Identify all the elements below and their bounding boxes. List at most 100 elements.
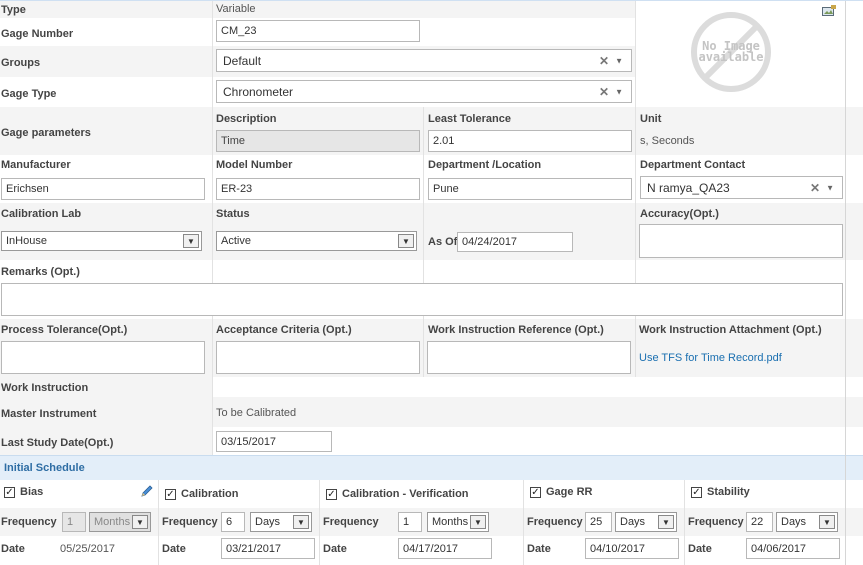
bias-date-value: 05/25/2017 (60, 543, 116, 555)
stability-frequency-label: Frequency (688, 516, 744, 528)
calibration-frequency-label: Frequency (162, 516, 218, 528)
last-study-input[interactable]: 03/15/2017 (216, 431, 332, 452)
process-tolerance-label: Process Tolerance(Opt.) (1, 324, 128, 336)
calibration-frequency-input[interactable]: 6 (221, 512, 245, 532)
description-input[interactable]: Time (216, 130, 420, 152)
unit-label: Unit (640, 113, 662, 125)
gage-rr-unit-select[interactable]: Days ▼ (615, 512, 677, 532)
gage-rr-name: Gage RR (546, 486, 593, 498)
caret-down-icon[interactable]: ▼ (398, 234, 414, 248)
bias-frequency-input[interactable]: 1 (62, 512, 86, 532)
schedule-divider-1 (158, 480, 159, 565)
clear-x-icon[interactable]: ✕ (599, 54, 609, 68)
stability-unit-select[interactable]: Days ▼ (776, 512, 838, 532)
schedule-divider-4 (684, 480, 685, 565)
calibration-checkbox[interactable]: ✓ (165, 489, 176, 500)
caret-down-icon[interactable]: ▼ (658, 515, 674, 529)
manufacturer-input[interactable]: Erichsen (1, 178, 205, 200)
calibration-verification-unit-value: Months (432, 516, 469, 528)
calibration-lab-select[interactable]: InHouse ▼ (1, 231, 202, 251)
stability-date-input[interactable]: 04/06/2017 (746, 538, 840, 559)
as-of-input[interactable]: 04/24/2017 (457, 232, 573, 252)
column-divider-1 (212, 1, 213, 455)
column-divider-2 (423, 107, 424, 377)
gage-rr-frequency-label: Frequency (527, 516, 583, 528)
remarks-input[interactable] (1, 283, 843, 316)
stability-date-label: Date (688, 543, 712, 555)
calibration-unit-select[interactable]: Days ▼ (250, 512, 312, 532)
calibration-verification-frequency-input[interactable]: 1 (398, 512, 422, 532)
status-value: Active (221, 235, 251, 247)
gage-rr-frequency-input[interactable]: 25 (585, 512, 612, 532)
least-tolerance-input[interactable]: 2.01 (428, 130, 632, 152)
calibration-verification-checkbox[interactable]: ✓ (326, 489, 337, 500)
unit-value: s, Seconds (640, 135, 695, 147)
gage-image-panel: No Image available (636, 1, 845, 107)
caret-down-icon[interactable]: ▼ (470, 515, 486, 529)
department-contact-select[interactable]: N ramya_QA23 ✕ ▼ (640, 176, 843, 199)
gage-rr-checkbox[interactable]: ✓ (530, 487, 541, 498)
model-number-label: Model Number (216, 159, 293, 171)
groups-label: Groups (1, 57, 41, 69)
model-number-input[interactable]: ER-23 (216, 178, 420, 200)
work-instruction-attachment-link[interactable]: Use TFS for Time Record.pdf (639, 352, 782, 364)
department-label: Department /Location (428, 159, 542, 171)
last-study-label: Last Study Date(Opt.) (1, 437, 114, 449)
groups-select[interactable]: Default ✕ ▼ (216, 49, 632, 72)
work-instruction-label: Work Instruction (1, 382, 89, 394)
gage-rr-date-input[interactable]: 04/10/2017 (585, 538, 679, 559)
caret-down-icon[interactable]: ▼ (819, 515, 835, 529)
work-instruction-ref-input[interactable] (427, 341, 631, 374)
bias-frequency-label: Frequency (1, 516, 57, 528)
caret-down-icon[interactable]: ▼ (615, 56, 623, 65)
bias-checkbox[interactable]: ✓ (4, 487, 15, 498)
calibration-verification-date-label: Date (323, 543, 347, 555)
pencil-icon[interactable] (140, 484, 154, 498)
gage-rr-date-label: Date (527, 543, 551, 555)
calibration-verification-date-input[interactable]: 04/17/2017 (398, 538, 492, 559)
stability-unit-value: Days (781, 516, 807, 528)
work-instruction-attach-label: Work Instruction Attachment (Opt.) (639, 324, 822, 336)
schedule-title: Initial Schedule (4, 462, 85, 474)
caret-down-icon[interactable]: ▼ (615, 87, 623, 96)
stability-name: Stability (707, 486, 750, 498)
type-label: Type (1, 4, 26, 16)
calibration-verification-name: Calibration - Verification (342, 488, 469, 500)
gage-type-select[interactable]: Chronometer ✕ ▼ (216, 80, 632, 103)
status-select[interactable]: Active ▼ (216, 231, 417, 251)
caret-down-icon[interactable]: ▼ (183, 234, 199, 248)
bias-unit-select[interactable]: Months ▼ (89, 512, 151, 532)
no-image-placeholder: No Image available (660, 11, 802, 93)
least-tolerance-label: Least Tolerance (428, 113, 511, 125)
department-contact-label: Department Contact (640, 159, 746, 171)
master-instrument-label: Master Instrument (1, 408, 97, 420)
clear-x-icon[interactable]: ✕ (599, 85, 609, 99)
groups-select-value: Default (223, 53, 262, 68)
gage-number-input[interactable]: CM_23 (216, 20, 420, 42)
image-upload-icon[interactable] (822, 5, 836, 17)
row-master-instrument (0, 397, 863, 427)
gage-rr-unit-value: Days (620, 516, 646, 528)
clear-x-icon[interactable]: ✕ (810, 181, 820, 195)
caret-down-icon[interactable]: ▼ (826, 183, 834, 192)
as-of-label: As Of (428, 236, 458, 248)
caret-down-icon[interactable]: ▼ (132, 515, 148, 529)
gage-params-label: Gage parameters (1, 127, 91, 139)
process-tolerance-input[interactable] (1, 341, 205, 374)
bias-unit-value: Months (94, 516, 131, 528)
right-border (845, 1, 846, 565)
stability-frequency-input[interactable]: 22 (746, 512, 773, 532)
caret-down-icon[interactable]: ▼ (293, 515, 309, 529)
calibration-name: Calibration (181, 488, 239, 500)
calibration-date-input[interactable]: 03/21/2017 (221, 538, 315, 559)
manufacturer-label: Manufacturer (1, 159, 71, 171)
acceptance-criteria-input[interactable] (216, 341, 420, 374)
stability-checkbox[interactable]: ✓ (691, 487, 702, 498)
accuracy-input[interactable] (639, 224, 843, 258)
acceptance-criteria-label: Acceptance Criteria (Opt.) (216, 324, 352, 336)
calibration-verification-unit-select[interactable]: Months ▼ (427, 512, 489, 532)
bias-date-label: Date (1, 543, 25, 555)
bias-name: Bias (20, 486, 44, 498)
department-input[interactable]: Pune (428, 178, 632, 200)
gage-number-label: Gage Number (1, 28, 74, 40)
